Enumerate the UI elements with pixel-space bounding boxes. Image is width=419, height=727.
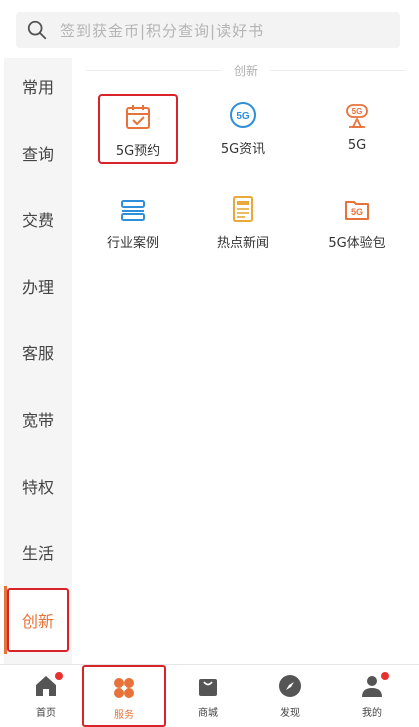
tab-label: 商城: [198, 708, 218, 719]
notification-badge: [380, 671, 390, 681]
tab-home[interactable]: 首页: [4, 665, 88, 727]
divider: [86, 69, 222, 71]
sidebar-item-life[interactable]: 生活: [4, 532, 72, 572]
tile-5g-reservation[interactable]: 5G预约: [98, 94, 178, 164]
tile-label: 5G: [347, 138, 367, 153]
search-placeholder: 签到获金币|积分查询|读好书: [60, 21, 265, 40]
tab-label: 我的: [362, 708, 382, 719]
section-header: 创新: [86, 62, 407, 78]
compass-icon: [279, 675, 301, 697]
stacked-tray-icon: [121, 200, 145, 221]
svg-text:5G: 5G: [351, 207, 363, 217]
tab-discover[interactable]: 发现: [248, 665, 332, 727]
5g-circle-icon: 5G: [230, 102, 256, 128]
flower-grid-icon: [114, 678, 134, 698]
sidebar-item-innovation[interactable]: 创新: [7, 588, 69, 652]
calendar-check-icon: [126, 105, 150, 129]
category-sidebar: 常用 查询 交费 办理 客服 宽带 特权 生活 创新: [4, 58, 72, 664]
tile-label: 热点新闻: [216, 236, 269, 251]
tile-label: 5G资讯: [220, 142, 266, 157]
flower-icon-wrap: [111, 675, 137, 701]
sidebar-item-broadband[interactable]: 宽带: [4, 399, 72, 439]
sidebar-active-indicator: [4, 586, 7, 654]
tile-5g-news[interactable]: 5G 5G资讯: [203, 94, 283, 164]
newspaper-icon: [233, 196, 253, 222]
bottom-tab-bar: 首页 服务 商城 发现 我的: [0, 664, 419, 727]
tile-5g-experience-pack[interactable]: 5G 5G体验包: [317, 188, 397, 258]
tile-5g[interactable]: 5G 5G: [317, 94, 397, 164]
tile-label: 5G预约: [115, 144, 161, 159]
shopping-bag-icon: [199, 679, 217, 696]
user-icon-wrap: [359, 671, 390, 699]
compass-icon-wrap: [277, 673, 303, 699]
tab-label: 服务: [114, 710, 134, 721]
tab-mall[interactable]: 商城: [166, 665, 250, 727]
search-bar: 签到获金币|积分查询|读好书: [0, 0, 419, 58]
5g-folder-icon: 5G: [345, 201, 369, 220]
tab-label: 发现: [280, 708, 300, 719]
divider: [270, 69, 407, 71]
sidebar-item-query[interactable]: 查询: [4, 133, 72, 173]
bag-icon-wrap: [195, 673, 221, 699]
tab-label: 首页: [36, 708, 56, 719]
home-icon-wrap: [33, 671, 64, 699]
sidebar-item-payment[interactable]: 交费: [4, 199, 72, 239]
sidebar-item-common[interactable]: 常用: [4, 66, 72, 106]
tile-industry-cases[interactable]: 行业案例: [93, 188, 173, 258]
tab-mine[interactable]: 我的: [330, 665, 414, 727]
svg-text:5G: 5G: [352, 107, 363, 116]
tile-label: 行业案例: [106, 236, 159, 251]
tile-label: 5G体验包: [328, 236, 386, 251]
category-content: 创新 5G预约 5G 5G资讯 5G 5G 行业案例 热点新闻 5G 5G体验包: [72, 58, 419, 664]
sidebar-item-handle[interactable]: 办理: [4, 266, 72, 306]
notification-badge: [54, 671, 64, 681]
tab-service[interactable]: 服务: [82, 665, 166, 727]
sidebar-item-privilege[interactable]: 特权: [4, 466, 72, 506]
search-icon: [27, 20, 47, 40]
sidebar-item-service[interactable]: 客服: [4, 332, 72, 372]
svg-text:5G: 5G: [236, 111, 250, 122]
tile-hot-news[interactable]: 热点新闻: [203, 188, 283, 258]
search-input[interactable]: 签到获金币|积分查询|读好书: [16, 12, 400, 48]
section-title: 创新: [234, 63, 259, 78]
5g-signal-icon: 5G: [346, 104, 368, 128]
